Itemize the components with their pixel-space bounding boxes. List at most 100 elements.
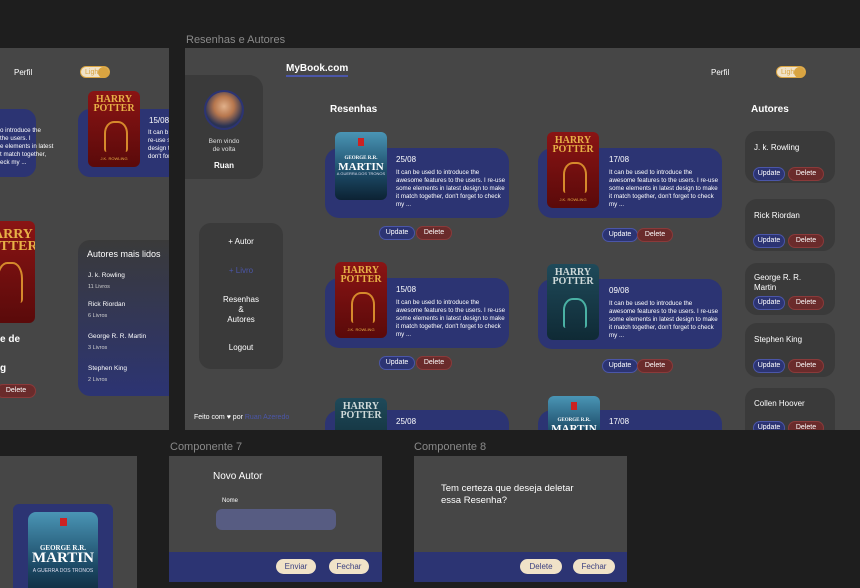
autores-title: Autores xyxy=(751,104,789,115)
confirm-question: Tem certeza que deseja deletar essa Rese… xyxy=(441,483,574,506)
perfil-link[interactable]: Perfil xyxy=(711,68,729,77)
brand-logo[interactable]: MyBook.com xyxy=(286,63,349,77)
author-card: J. k. Rowling Update Delete xyxy=(745,131,835,183)
delete-button[interactable]: Delete xyxy=(416,226,452,240)
close-button[interactable]: Fechar xyxy=(329,559,369,574)
confirm-delete-button[interactable]: Delete xyxy=(520,559,562,574)
review-text-partial: o introduce the the users. I e elements … xyxy=(0,127,54,166)
author-name: Stephen King xyxy=(754,335,803,344)
review-date: 25/08 xyxy=(396,155,417,164)
update-button[interactable]: Update xyxy=(379,356,415,370)
theme-toggle[interactable]: Light xyxy=(80,66,110,78)
review-date: 15/08 xyxy=(149,116,169,125)
top-author-1: J. k. Rowling xyxy=(88,272,125,279)
toggle-knob xyxy=(794,66,805,78)
delete-button[interactable]: Delete xyxy=(788,234,824,248)
author-name: J. k. Rowling xyxy=(754,143,800,152)
update-button[interactable]: Update xyxy=(379,226,415,240)
dialog-footer: Delete Fechar xyxy=(414,552,627,582)
review-date: 15/08 xyxy=(396,285,417,294)
top-author-3: George R. R. Martin xyxy=(88,333,147,340)
update-button[interactable]: Update xyxy=(753,359,785,373)
name-input[interactable] xyxy=(216,509,336,530)
book-cover-harry-potter: HARRY POTTER J.K. ROWLING xyxy=(88,91,140,167)
welcome-card: Bem vindo de volta Ruan xyxy=(185,75,263,179)
review-date: 17/08 xyxy=(609,155,630,164)
author-name: Rick Riordan xyxy=(754,211,800,220)
dialog-title: Novo Autor xyxy=(213,471,263,482)
review-text: It can be used to introduce the awesome … xyxy=(396,169,506,208)
delete-button[interactable]: Delete xyxy=(788,359,824,373)
update-button[interactable]: Update xyxy=(753,234,785,248)
top-author-2-count: 6 Livros xyxy=(88,313,108,319)
name-field-label: Nome xyxy=(222,498,239,504)
nav-add-author[interactable]: + Autor xyxy=(199,237,283,247)
close-button[interactable]: Fechar xyxy=(573,559,615,574)
resenhas-title: Resenhas xyxy=(330,104,378,115)
autores-mais-lidos-card: Autores mais lidos J. k. Rowling 11 Livr… xyxy=(78,240,169,396)
delete-button[interactable]: Delete xyxy=(416,356,452,370)
author-card: Rick Riordan Update Delete xyxy=(745,199,835,251)
update-button[interactable]: Update xyxy=(753,167,785,181)
send-button[interactable]: Enviar xyxy=(276,559,316,574)
author-name: Collen Hoover xyxy=(754,399,805,408)
perfil-link[interactable]: Perfil xyxy=(14,68,32,77)
top-author-1-count: 11 Livros xyxy=(88,284,110,290)
book-cover-harry-potter-large: HARRY POTTER xyxy=(0,221,35,323)
book-cover-game-of-thrones: GEORGE R.R. MARTIN A GUERRA DOS TRONOS xyxy=(28,512,98,588)
nav-reviews-authors[interactable]: Resenhas & Autores xyxy=(199,295,283,325)
book-cover-harry-potter: HARRY POTTER J.K. ROWLING xyxy=(547,132,599,208)
top-author-4: Stephen King xyxy=(88,365,128,372)
frame-label-comp8: Componente 8 xyxy=(414,441,487,453)
delete-button[interactable]: Delete xyxy=(788,296,824,310)
book-cover-game-of-thrones: GEORGE R.R. MARTIN xyxy=(548,396,600,430)
toggle-knob xyxy=(98,66,109,78)
frame-label-comp7: Componente 7 xyxy=(170,441,243,453)
main-frame: MyBook.com Perfil Light Bem vindo de vol… xyxy=(185,48,860,430)
update-button[interactable]: Update xyxy=(602,359,638,373)
delete-button[interactable]: Delete xyxy=(637,228,673,242)
footer-author-link[interactable]: Ruan Azeredo xyxy=(245,414,289,421)
autores-mais-lidos-title: Autores mais lidos xyxy=(87,249,161,259)
review-text: It can be used to introduce the awesome … xyxy=(609,300,719,339)
avatar[interactable] xyxy=(204,90,244,130)
frame-label-main: Resenhas e Autores xyxy=(186,34,286,46)
delete-confirm-dialog: Tem certeza que deseja deletar essa Rese… xyxy=(414,456,627,582)
book-cover-game-of-thrones: GEORGE R.R. MARTIN A GUERRA DOS TRONOS xyxy=(335,132,387,200)
review-text: It can b re-use s design to don't for xyxy=(148,129,169,160)
delete-button[interactable]: Delete xyxy=(788,421,824,430)
review-date: 17/08 xyxy=(609,417,630,426)
review-text: It can be used to introduce the awesome … xyxy=(609,169,719,208)
partial-heading: e de xyxy=(0,334,21,345)
nav-logout[interactable]: Logout xyxy=(199,343,283,353)
top-author-4-count: 2 Livros xyxy=(88,377,108,383)
review-date: 09/08 xyxy=(609,286,630,295)
partial-heading-2: g xyxy=(0,363,7,374)
delete-button[interactable]: Delete xyxy=(0,384,36,398)
theme-toggle[interactable]: Light xyxy=(776,66,806,78)
update-button[interactable]: Update xyxy=(753,421,785,430)
welcome-greeting: Bem vindo de volta xyxy=(208,138,240,153)
author-name: George R. R. Martin xyxy=(754,273,802,292)
update-button[interactable]: Update xyxy=(753,296,785,310)
top-author-3-count: 3 Livros xyxy=(88,345,108,351)
heart-icon: ♥ xyxy=(226,414,231,421)
update-button[interactable]: Update xyxy=(602,228,638,242)
bottom-left-frame: GEORGE R.R. MARTIN A GUERRA DOS TRONOS xyxy=(0,456,137,588)
author-card: Collen Hoover Update Delete xyxy=(745,388,835,430)
nav-add-book[interactable]: + Livro xyxy=(199,266,283,276)
author-card: Stephen King Update Delete xyxy=(745,323,835,377)
novo-autor-dialog: Novo Autor Nome Enviar Fechar xyxy=(169,456,382,582)
dialog-footer: Enviar Fechar xyxy=(169,552,382,582)
left-frame: Perfil Light o introduce the the users. … xyxy=(0,48,169,430)
book-cover-harry-potter-goblet: HARRY POTTER xyxy=(547,264,599,340)
review-card-partial: o introduce the the users. I e elements … xyxy=(0,109,53,177)
delete-button[interactable]: Delete xyxy=(788,167,824,181)
book-cover-harry-potter-goblet: HARRY POTTER xyxy=(335,398,387,430)
top-author-2: Rick Riordan xyxy=(88,301,126,308)
delete-button[interactable]: Delete xyxy=(637,359,673,373)
author-card: George R. R. Martin Update Delete xyxy=(745,263,835,315)
review-date: 25/08 xyxy=(396,417,417,426)
nav-sidebar: + Autor + Livro Resenhas & Autores Logou… xyxy=(199,223,283,369)
user-name: Ruan xyxy=(214,161,234,170)
